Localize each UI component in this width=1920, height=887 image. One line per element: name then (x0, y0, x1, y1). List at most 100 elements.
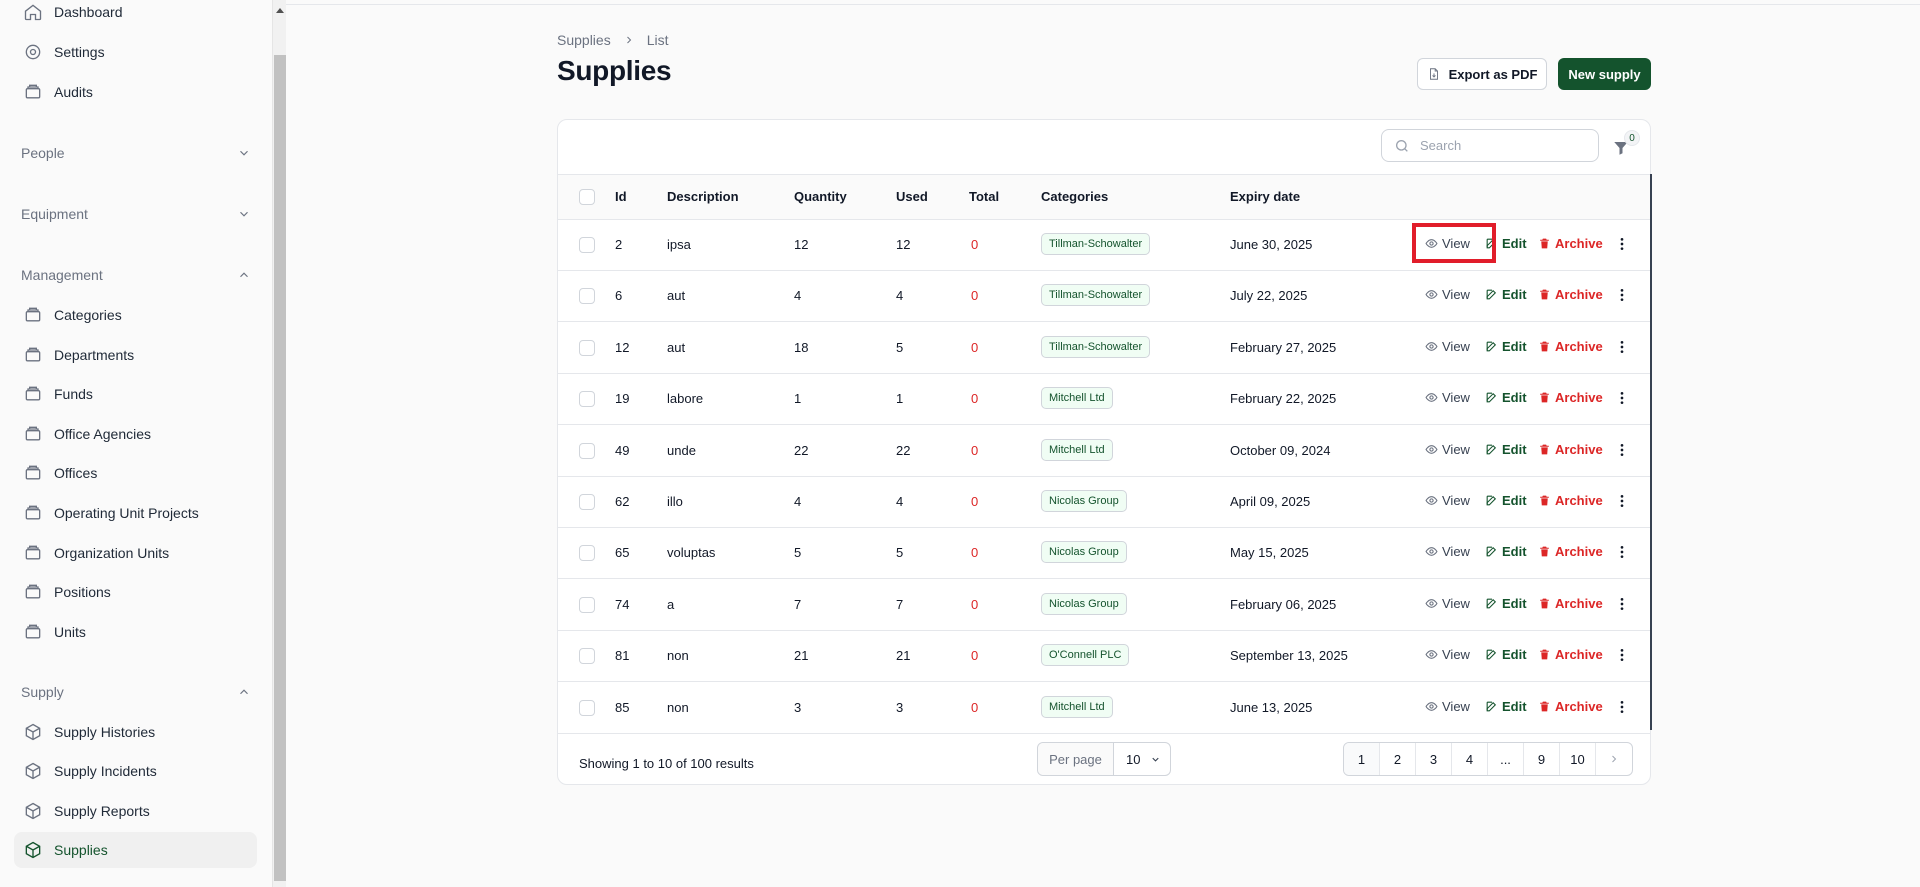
more-actions-icon[interactable] (1612, 388, 1632, 408)
sidebar-item-settings[interactable]: Settings (14, 34, 257, 70)
sidebar-item-supplies[interactable]: Supplies (14, 831, 257, 868)
search-input[interactable] (1420, 138, 1580, 153)
table-row[interactable]: 81 non 21 21 0 O'Connell PLC September 1… (558, 631, 1650, 683)
sidebar-item-dashboard[interactable]: Dashboard (14, 0, 257, 30)
more-actions-icon[interactable] (1612, 234, 1632, 254)
page-button[interactable]: 2 (1380, 743, 1416, 775)
row-checkbox[interactable] (579, 596, 595, 613)
table-row[interactable]: 12 aut 18 5 0 Tillman-Schowalter Februar… (558, 323, 1650, 374)
view-button[interactable]: View (1425, 647, 1470, 662)
sidebar-item-funds[interactable]: Funds (14, 376, 257, 412)
column-header-quantity[interactable]: Quantity (794, 189, 847, 204)
sidebar-item-offices[interactable]: Offices (14, 455, 257, 491)
edit-button[interactable]: Edit (1485, 493, 1527, 508)
sidebar-item-supply-reports[interactable]: Supply Reports (14, 793, 257, 829)
row-checkbox[interactable] (579, 699, 595, 716)
archive-button[interactable]: Archive (1538, 647, 1603, 662)
row-checkbox[interactable] (579, 288, 595, 305)
edit-button[interactable]: Edit (1485, 596, 1527, 611)
edit-button[interactable]: Edit (1485, 442, 1527, 457)
table-row[interactable]: 6 aut 4 4 0 Tillman-Schowalter July 22, … (558, 271, 1650, 323)
column-header-expiry-date[interactable]: Expiry date (1230, 189, 1300, 204)
page-button[interactable]: 1 (1344, 743, 1380, 775)
archive-button[interactable]: Archive (1538, 442, 1603, 457)
row-checkbox[interactable] (579, 442, 595, 459)
archive-button[interactable]: Archive (1538, 236, 1603, 251)
view-button[interactable]: View (1425, 544, 1470, 559)
page-button[interactable]: 3 (1416, 743, 1452, 775)
view-button[interactable]: View (1425, 442, 1470, 457)
scroll-up-arrow-icon[interactable] (276, 8, 284, 13)
row-checkbox[interactable] (579, 237, 595, 253)
view-button[interactable]: View (1425, 390, 1470, 405)
sidebar-item-departments[interactable]: Departments (14, 337, 257, 373)
breadcrumb-parent[interactable]: Supplies (557, 32, 611, 48)
export-pdf-button[interactable]: Export as PDF (1417, 58, 1547, 90)
sidebar-item-units[interactable]: Units (14, 614, 257, 650)
group-equipment[interactable]: Equipment (21, 202, 251, 226)
column-header-total[interactable]: Total (969, 189, 999, 204)
view-button[interactable]: View (1425, 493, 1470, 508)
sidebar-item-operating-unit-projects[interactable]: Operating Unit Projects (14, 495, 257, 531)
row-checkbox[interactable] (579, 339, 595, 356)
table-row[interactable]: 62 illo 4 4 0 Nicolas Group April 09, 20… (558, 477, 1650, 528)
sidebar-item-organization-units[interactable]: Organization Units (14, 535, 257, 571)
row-checkbox[interactable] (579, 648, 595, 665)
edit-button[interactable]: Edit (1485, 339, 1527, 354)
view-button[interactable]: View (1425, 596, 1470, 611)
sidebar-scrollbar[interactable] (272, 0, 286, 887)
scrollbar-thumb[interactable] (274, 55, 286, 881)
more-actions-icon[interactable] (1612, 491, 1632, 511)
column-header-id[interactable]: Id (615, 189, 627, 204)
page-button[interactable]: 10 (1560, 743, 1596, 775)
archive-button[interactable]: Archive (1538, 390, 1603, 405)
sidebar-item-categories[interactable]: Categories (14, 297, 257, 333)
view-button[interactable]: View (1425, 339, 1470, 354)
table-row[interactable]: 19 labore 1 1 0 Mitchell Ltd February 22… (558, 374, 1650, 426)
page-button[interactable]: 4 (1452, 743, 1488, 775)
group-supply[interactable]: Supply (21, 680, 251, 704)
view-button[interactable]: View (1425, 287, 1470, 302)
new-supply-button[interactable]: New supply (1558, 58, 1651, 90)
sidebar-item-supply-incidents[interactable]: Supply Incidents (14, 753, 257, 789)
more-actions-icon[interactable] (1612, 285, 1632, 305)
archive-button[interactable]: Archive (1538, 544, 1603, 559)
table-row[interactable]: 74 a 7 7 0 Nicolas Group February 06, 20… (558, 580, 1650, 631)
select-all-checkbox[interactable] (579, 189, 595, 205)
column-header-description[interactable]: Description (667, 189, 739, 204)
edit-button[interactable]: Edit (1485, 544, 1527, 559)
sidebar-item-audits[interactable]: Audits (14, 74, 257, 110)
edit-button[interactable]: Edit (1485, 647, 1527, 662)
per-page-value[interactable]: 10 (1114, 752, 1161, 767)
more-actions-icon[interactable] (1612, 594, 1632, 614)
row-checkbox[interactable] (579, 545, 595, 562)
per-page-select[interactable]: Per page 10 (1037, 742, 1171, 776)
view-button[interactable]: View (1425, 699, 1470, 714)
edit-button[interactable]: Edit (1485, 390, 1527, 405)
more-actions-icon[interactable] (1612, 697, 1632, 717)
column-header-used[interactable]: Used (896, 189, 928, 204)
archive-button[interactable]: Archive (1538, 493, 1603, 508)
sidebar-item-supply-histories[interactable]: Supply Histories (14, 714, 257, 750)
filter-button[interactable]: 0 (1612, 130, 1640, 160)
more-actions-icon[interactable] (1612, 337, 1632, 357)
more-actions-icon[interactable] (1612, 440, 1632, 460)
archive-button[interactable]: Archive (1538, 339, 1603, 354)
column-header-categories[interactable]: Categories (1041, 189, 1108, 204)
row-checkbox[interactable] (579, 391, 595, 408)
edit-button[interactable]: Edit (1485, 699, 1527, 714)
group-people[interactable]: People (21, 141, 251, 165)
archive-button[interactable]: Archive (1538, 287, 1603, 302)
row-checkbox[interactable] (579, 494, 595, 510)
group-management[interactable]: Management (21, 263, 251, 287)
table-row[interactable]: 65 voluptas 5 5 0 Nicolas Group May 15, … (558, 528, 1650, 580)
table-row[interactable]: 49 unde 22 22 0 Mitchell Ltd October 09,… (558, 426, 1650, 477)
table-row[interactable]: 85 non 3 3 0 Mitchell Ltd June 13, 2025 … (558, 683, 1650, 734)
more-actions-icon[interactable] (1612, 645, 1632, 665)
archive-button[interactable]: Archive (1538, 699, 1603, 714)
more-actions-icon[interactable] (1612, 542, 1632, 562)
page-button[interactable]: 9 (1524, 743, 1560, 775)
sidebar-item-office-agencies[interactable]: Office Agencies (14, 416, 257, 452)
edit-button[interactable]: Edit (1485, 287, 1527, 302)
archive-button[interactable]: Archive (1538, 596, 1603, 611)
